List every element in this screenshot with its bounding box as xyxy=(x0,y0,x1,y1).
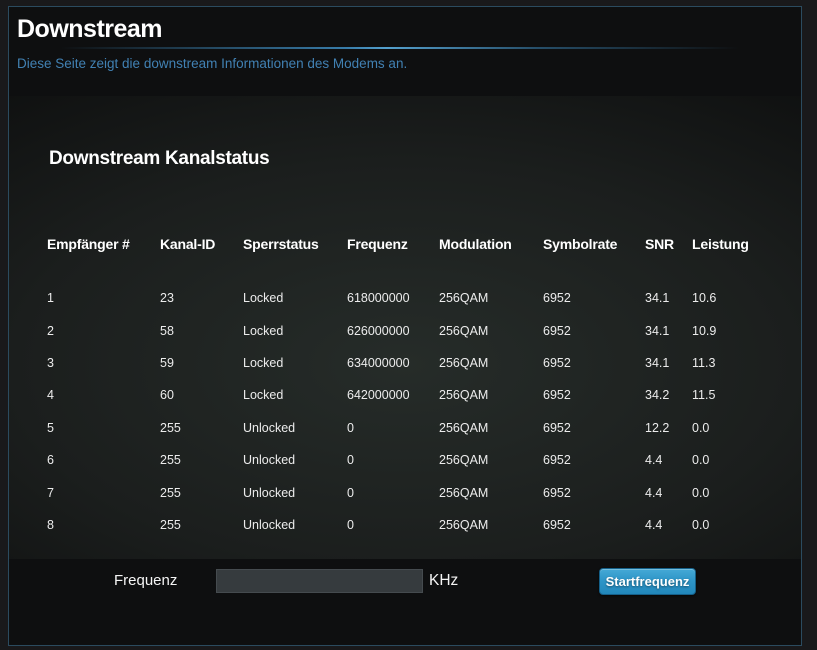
table-cell: 6 xyxy=(47,444,160,476)
table-row: 7255Unlocked0256QAM69524.40.0 xyxy=(47,476,777,508)
column-header: Frequenz xyxy=(347,236,439,282)
page-description: Diese Seite zeigt die downstream Informa… xyxy=(17,56,407,71)
table-cell: 34.1 xyxy=(645,282,692,314)
table-cell: 256QAM xyxy=(439,444,543,476)
table-row: 8255Unlocked0256QAM69524.40.0 xyxy=(47,509,777,541)
table-cell: 34.2 xyxy=(645,379,692,411)
table-row: 359Locked634000000256QAM695234.111.3 xyxy=(47,347,777,379)
channel-status-panel: Downstream Kanalstatus Empfänger #Kanal-… xyxy=(9,96,801,559)
column-header: Kanal-ID xyxy=(160,236,243,282)
table-cell: 6952 xyxy=(543,314,645,346)
table-row: 5255Unlocked0256QAM695212.20.0 xyxy=(47,412,777,444)
table-cell: 4.4 xyxy=(645,509,692,541)
column-header: Modulation xyxy=(439,236,543,282)
table-cell: 618000000 xyxy=(347,282,439,314)
table-cell: 8 xyxy=(47,509,160,541)
table-cell: 626000000 xyxy=(347,314,439,346)
table-cell: Locked xyxy=(243,379,347,411)
table-cell: 5 xyxy=(47,412,160,444)
table-cell: 11.5 xyxy=(692,379,777,411)
table-row: 258Locked626000000256QAM695234.110.9 xyxy=(47,314,777,346)
table-cell: 0.0 xyxy=(692,444,777,476)
frequency-unit-label: KHz xyxy=(429,572,458,590)
table-cell: 0.0 xyxy=(692,476,777,508)
page-title: Downstream xyxy=(17,15,162,44)
table-cell: Locked xyxy=(243,282,347,314)
table-cell: 256QAM xyxy=(439,314,543,346)
table-cell: Unlocked xyxy=(243,412,347,444)
table-cell: 6952 xyxy=(543,476,645,508)
table-cell: 255 xyxy=(160,476,243,508)
table-cell: 7 xyxy=(47,476,160,508)
table-cell: 34.1 xyxy=(645,347,692,379)
table-cell: 256QAM xyxy=(439,347,543,379)
table-cell: 4 xyxy=(47,379,160,411)
downstream-channel-table: Empfänger #Kanal-IDSperrstatusFrequenzMo… xyxy=(47,236,777,541)
table-cell: 256QAM xyxy=(439,412,543,444)
table-cell: 58 xyxy=(160,314,243,346)
frequency-input[interactable] xyxy=(216,569,423,593)
column-header: Sperrstatus xyxy=(243,236,347,282)
table-cell: 256QAM xyxy=(439,282,543,314)
table-cell: 12.2 xyxy=(645,412,692,444)
table-cell: 11.3 xyxy=(692,347,777,379)
table-cell: 0 xyxy=(347,444,439,476)
table-cell: 10.6 xyxy=(692,282,777,314)
table-cell: 3 xyxy=(47,347,160,379)
table-cell: 23 xyxy=(160,282,243,314)
table-cell: 6952 xyxy=(543,347,645,379)
table-cell: 6952 xyxy=(543,509,645,541)
table-cell: 59 xyxy=(160,347,243,379)
table-cell: Unlocked xyxy=(243,444,347,476)
table-cell: 255 xyxy=(160,412,243,444)
column-header: Empfänger # xyxy=(47,236,160,282)
table-cell: 642000000 xyxy=(347,379,439,411)
table-cell: 256QAM xyxy=(439,379,543,411)
table-cell: 256QAM xyxy=(439,476,543,508)
table-row: 460Locked642000000256QAM695234.211.5 xyxy=(47,379,777,411)
table-cell: 10.9 xyxy=(692,314,777,346)
table-cell: 4.4 xyxy=(645,476,692,508)
table-cell: 0 xyxy=(347,476,439,508)
column-header: Leistung xyxy=(692,236,777,282)
table-cell: 0.0 xyxy=(692,412,777,444)
table-cell: 60 xyxy=(160,379,243,411)
table-cell: 6952 xyxy=(543,444,645,476)
table-cell: 6952 xyxy=(543,379,645,411)
table-cell: 0.0 xyxy=(692,509,777,541)
title-divider xyxy=(61,47,739,49)
table-cell: 0 xyxy=(347,509,439,541)
table-cell: 1 xyxy=(47,282,160,314)
table-cell: Unlocked xyxy=(243,509,347,541)
table-cell: 6952 xyxy=(543,282,645,314)
table-cell: 255 xyxy=(160,509,243,541)
frequency-label: Frequenz xyxy=(114,572,177,589)
table-cell: Locked xyxy=(243,314,347,346)
table-cell: Unlocked xyxy=(243,476,347,508)
table-cell: 0 xyxy=(347,412,439,444)
table-cell: 255 xyxy=(160,444,243,476)
table-row: 123Locked618000000256QAM695234.110.6 xyxy=(47,282,777,314)
table-cell: 256QAM xyxy=(439,509,543,541)
downstream-page: Downstream Diese Seite zeigt die downstr… xyxy=(8,6,802,646)
table-cell: 2 xyxy=(47,314,160,346)
start-frequency-form: Frequenz KHz Startfrequenz xyxy=(9,562,801,608)
table-cell: 6952 xyxy=(543,412,645,444)
start-frequency-button[interactable]: Startfrequenz xyxy=(599,568,696,595)
table-row: 6255Unlocked0256QAM69524.40.0 xyxy=(47,444,777,476)
section-heading: Downstream Kanalstatus xyxy=(49,148,269,170)
column-header: Symbolrate xyxy=(543,236,645,282)
table-header-row: Empfänger #Kanal-IDSperrstatusFrequenzMo… xyxy=(47,236,777,282)
table-cell: 634000000 xyxy=(347,347,439,379)
column-header: SNR xyxy=(645,236,692,282)
table-cell: 4.4 xyxy=(645,444,692,476)
table-cell: 34.1 xyxy=(645,314,692,346)
table-cell: Locked xyxy=(243,347,347,379)
